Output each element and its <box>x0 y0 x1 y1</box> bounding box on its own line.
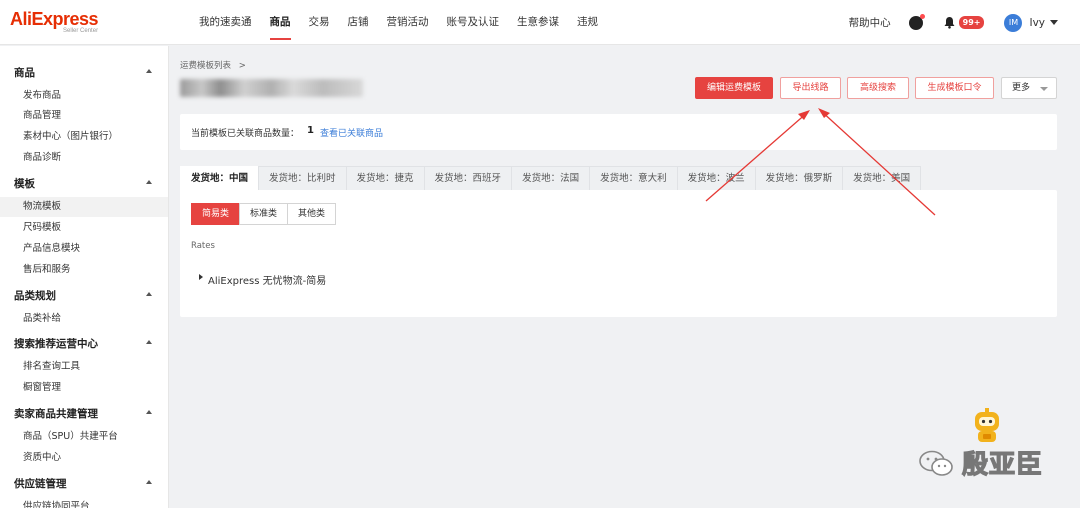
view-linked-products-link[interactable]: 查看已关联商品 <box>320 126 383 139</box>
chat-icon[interactable] <box>908 13 925 30</box>
sidebar-section-title[interactable]: 卖家商品共建管理 <box>14 406 98 421</box>
nav-item-business-advisor[interactable]: 生意参谋 <box>508 0 568 45</box>
watermark-text: 殷亚臣 <box>961 449 1044 480</box>
avatar[interactable]: IM <box>1004 13 1023 32</box>
sidebar-item-logistics-template[interactable]: 物流模板 <box>0 197 168 217</box>
sidebar-section-title[interactable]: 商品 <box>14 65 35 80</box>
sidebar-item-after-sales[interactable]: 售后和服务 <box>0 260 168 280</box>
sidebar-item-qualification-center[interactable]: 资质中心 <box>0 448 168 468</box>
tab-origin-france[interactable]: 发货地：法国 <box>511 166 591 190</box>
nav-item-store[interactable]: 店铺 <box>339 0 378 45</box>
sidebar-item-product-diagnosis[interactable]: 商品诊断 <box>0 148 168 168</box>
sidebar-section-title[interactable]: 供应链管理 <box>14 476 67 491</box>
linked-count-value: 1 <box>307 125 314 136</box>
top-right-tools: 帮助中心 99+ IM Ivy <box>849 0 1058 45</box>
more-dropdown[interactable]: 更多 <box>1001 77 1057 99</box>
sidebar-section-title[interactable]: 模板 <box>14 176 35 191</box>
aliexpress-logo[interactable]: AliExpress Seller Center <box>10 9 99 34</box>
sidebar-item-ranking-tool[interactable]: 排名查询工具 <box>0 357 168 377</box>
chevron-down-icon <box>1040 87 1048 91</box>
main-nav: 我的速卖通 商品 交易 店铺 营销活动 账号及认证 生意参谋 违规 <box>190 0 607 45</box>
breadcrumb-separator: > <box>238 61 246 71</box>
segment-other[interactable]: 其他类 <box>287 203 337 225</box>
sidebar-item-category-supply[interactable]: 品类补给 <box>0 309 168 329</box>
tab-origin-poland[interactable]: 发货地：波兰 <box>676 166 756 190</box>
tab-origin-czech[interactable]: 发货地：捷克 <box>345 166 425 190</box>
sidebar-section-title[interactable]: 品类规划 <box>14 288 56 303</box>
tab-origin-china[interactable]: 发货地：中国 <box>180 166 260 190</box>
tab-origin-usa[interactable]: 发货地：美国 <box>842 166 922 190</box>
sidebar-item-spu-platform[interactable]: 商品（SPU）共建平台 <box>0 427 168 447</box>
top-nav-bar: AliExpress Seller Center 我的速卖通 商品 交易 店铺 … <box>0 0 1080 45</box>
nav-item-my-aliexpress[interactable]: 我的速卖通 <box>190 0 261 45</box>
sidebar-item-material-center[interactable]: 素材中心（图片银行） <box>0 127 168 147</box>
robot-mascot-icon <box>975 408 999 442</box>
chevron-up-icon[interactable] <box>146 340 152 344</box>
tab-origin-russia[interactable]: 发货地：俄罗斯 <box>754 166 844 190</box>
user-menu-chevron-down-icon[interactable] <box>1050 20 1058 25</box>
notification-badge: 99+ <box>958 16 985 29</box>
breadcrumb: 运费模板列表 > <box>180 59 246 71</box>
nav-item-account[interactable]: 账号及认证 <box>438 0 509 45</box>
template-title-redacted <box>180 79 363 97</box>
chevron-up-icon[interactable] <box>146 480 152 484</box>
logistics-line-item[interactable]: AliExpress 无忧物流-简易 <box>208 272 326 287</box>
expand-caret-icon[interactable] <box>199 274 203 280</box>
segment-simple[interactable]: 简易类 <box>191 203 241 225</box>
sidebar-item-product-info-module[interactable]: 产品信息模块 <box>0 239 168 259</box>
origin-tabs: 发货地：中国 发货地：比利时 发货地：捷克 发货地：西班牙 发货地：法国 发货地… <box>180 166 922 190</box>
user-name[interactable]: Ivy <box>1029 17 1045 29</box>
chevron-up-icon[interactable] <box>146 180 152 184</box>
nav-item-violations[interactable]: 违规 <box>568 0 607 45</box>
linked-count-label: 当前模板已关联商品数量： <box>191 129 300 139</box>
wechat-icon <box>919 450 953 476</box>
more-label: 更多 <box>1012 83 1031 93</box>
bell-icon[interactable] <box>943 16 956 29</box>
shipping-panel: 简易类 标准类 其他类 Rates AliExpress 无忧物流-简易 <box>180 190 1057 317</box>
nav-item-products[interactable]: 商品 <box>261 0 300 45</box>
sidebar-item-product-management[interactable]: 商品管理 <box>0 106 168 126</box>
generate-template-code-button[interactable]: 生成模板口令 <box>915 77 994 99</box>
sidebar-item-publish-product[interactable]: 发布商品 <box>0 86 168 106</box>
help-center-link[interactable]: 帮助中心 <box>849 15 891 30</box>
shipping-type-segments: 简易类 标准类 其他类 <box>191 203 337 225</box>
sidebar-item-window-management[interactable]: 橱窗管理 <box>0 378 168 398</box>
tab-origin-spain[interactable]: 发货地：西班牙 <box>423 166 513 190</box>
linked-products-bar: 当前模板已关联商品数量： 1 查看已关联商品 <box>180 114 1057 150</box>
sidebar: 商品 发布商品 商品管理 素材中心（图片银行） 商品诊断 模板 物流模板 尺码模… <box>0 46 169 508</box>
nav-item-transactions[interactable]: 交易 <box>300 0 339 45</box>
advanced-search-button[interactable]: 高级搜索 <box>847 77 909 99</box>
logo-text: AliExpress <box>10 9 99 29</box>
chevron-up-icon[interactable] <box>146 410 152 414</box>
sidebar-item-size-template[interactable]: 尺码模板 <box>0 218 168 238</box>
rates-label: Rates <box>191 241 215 251</box>
tab-origin-belgium[interactable]: 发货地：比利时 <box>258 166 347 190</box>
chevron-up-icon[interactable] <box>146 292 152 296</box>
tab-origin-italy[interactable]: 发货地：意大利 <box>589 166 678 190</box>
sidebar-item-supply-chain-platform[interactable]: 供应链协同平台 <box>0 497 168 508</box>
logo-subtitle: Seller Center <box>63 28 99 34</box>
nav-item-marketing[interactable]: 营销活动 <box>378 0 438 45</box>
segment-standard[interactable]: 标准类 <box>239 203 289 225</box>
chevron-up-icon[interactable] <box>146 69 152 73</box>
wechat-watermark: 殷亚臣 <box>918 444 1043 481</box>
edit-template-button[interactable]: 编辑运费模板 <box>695 77 773 99</box>
breadcrumb-link[interactable]: 运费模板列表 <box>180 61 231 71</box>
export-routes-button[interactable]: 导出线路 <box>780 77 841 99</box>
sidebar-section-title[interactable]: 搜索推荐运营中心 <box>14 336 98 351</box>
